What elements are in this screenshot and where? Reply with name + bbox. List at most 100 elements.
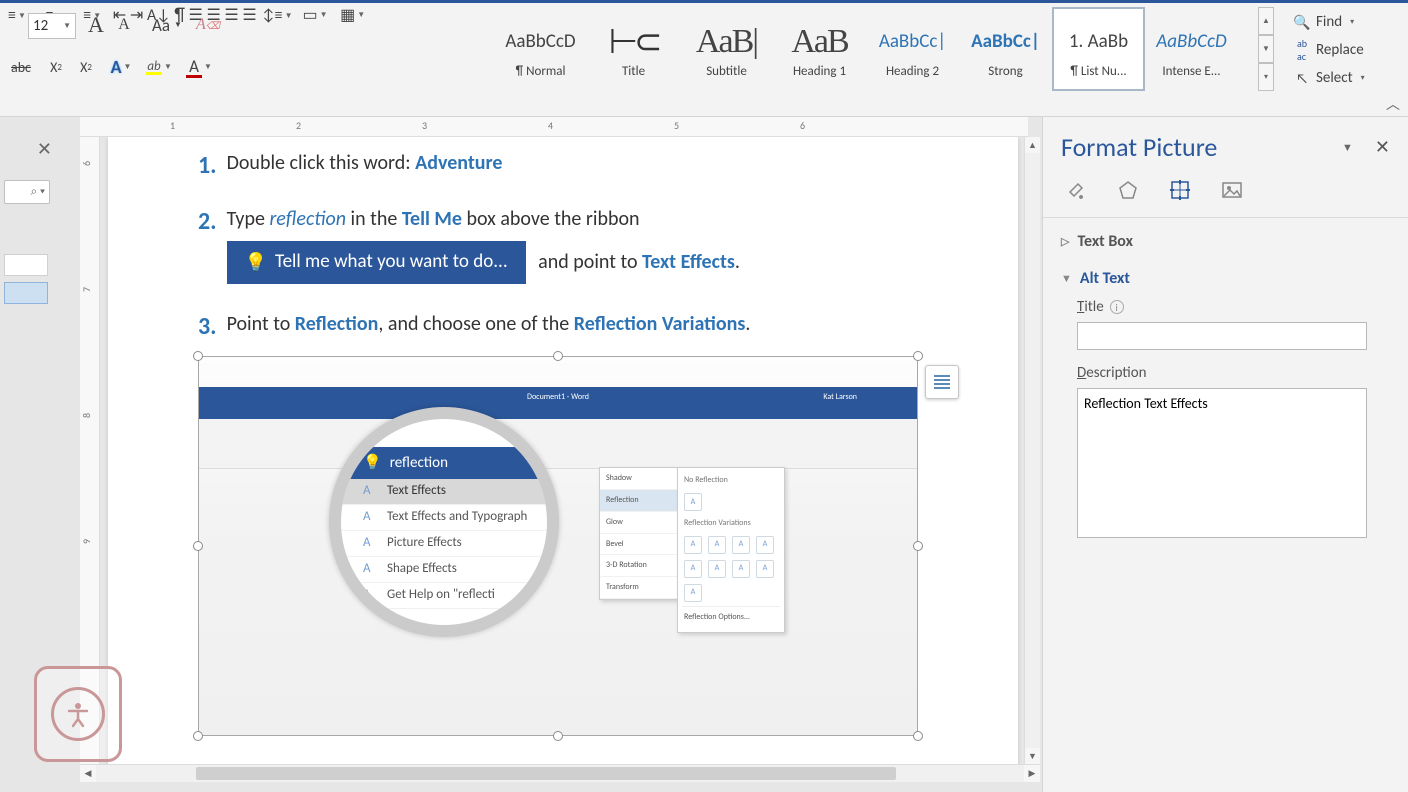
navigation-search[interactable]: ⌕ ▾	[4, 180, 50, 204]
chevron-down-icon: ▾	[1361, 73, 1365, 83]
horizontal-ruler[interactable]: 123456	[80, 117, 1028, 137]
chevron-right-icon: ▷	[1061, 235, 1069, 248]
style-tile[interactable]: AaBHeading 1	[773, 7, 866, 91]
select-button[interactable]: ↖ Select ▾	[1290, 65, 1369, 91]
scroll-track[interactable]	[96, 765, 1024, 782]
picture-tab[interactable]	[1217, 175, 1247, 205]
find-button[interactable]: 🔍 Find ▾	[1290, 9, 1358, 35]
document-area[interactable]: 1. Double click this word: Adventure 2. …	[100, 137, 1028, 764]
horizontal-scrollbar[interactable]: ◀ ▶	[80, 764, 1040, 782]
alt-text-description-input[interactable]	[1077, 388, 1367, 538]
nav-result-item[interactable]	[4, 254, 48, 276]
styles-scroll-down[interactable]: ▼	[1258, 35, 1274, 63]
style-name: Heading 1	[793, 64, 846, 79]
style-tile[interactable]: AaBbCcDIntense E...	[1145, 7, 1238, 91]
change-case-button[interactable]: Aa▼	[148, 11, 186, 39]
vertical-scrollbar[interactable]: ▲ ▼	[1024, 137, 1040, 764]
font-color-button[interactable]: A▼	[182, 53, 216, 81]
close-icon[interactable]: ✕	[1375, 136, 1390, 158]
fill-tab[interactable]	[1061, 175, 1091, 205]
styles-scroll-up[interactable]: ▲	[1258, 7, 1274, 35]
search-icon: 🔍	[1294, 14, 1310, 30]
chevron-down-icon: ▼	[204, 62, 212, 72]
shading-button[interactable]: ▭▼	[298, 5, 332, 25]
pane-options-button[interactable]: ▼	[1342, 141, 1353, 154]
alt-text-title-input[interactable]	[1077, 322, 1367, 350]
title-label: Title i	[1077, 298, 1390, 316]
cursor-icon: ↖	[1294, 70, 1310, 86]
resize-handle[interactable]	[913, 731, 923, 741]
style-tile[interactable]: AaBbCc|Heading 2	[866, 7, 959, 91]
style-name: Subtitle	[706, 64, 747, 79]
ruler-mark: 3	[422, 119, 427, 132]
style-tile[interactable]: AaBbCc|Strong	[959, 7, 1052, 91]
list-number: 3.	[198, 308, 217, 346]
document-content[interactable]: 1. Double click this word: Adventure 2. …	[108, 137, 1018, 756]
style-preview: AaB|	[696, 20, 757, 64]
resize-handle[interactable]	[913, 351, 923, 361]
replace-button[interactable]: abac Replace	[1290, 37, 1368, 63]
shrink-font-button[interactable]: A	[112, 11, 136, 39]
tell-me-item: AText Effects	[341, 479, 547, 505]
clear-formatting-button[interactable]: A⌫	[196, 11, 220, 39]
tell-me-pill: 💡 Tell me what you want to do...	[227, 241, 526, 283]
ruler-mark: 7	[80, 287, 93, 292]
align-right-button[interactable]: ☰	[224, 5, 238, 25]
text-box-section: ▷ Text Box	[1061, 228, 1390, 255]
ruler-mark: 6	[800, 119, 805, 132]
layout-tab[interactable]	[1165, 175, 1195, 205]
selected-picture[interactable]: Document1 - Word Kat Larson 💡 reflection…	[198, 356, 918, 736]
borders-button[interactable]: ▦▼	[336, 5, 370, 25]
scroll-left-button[interactable]: ◀	[80, 765, 96, 782]
list-number: 2.	[198, 203, 217, 289]
grow-font-button[interactable]: A	[84, 11, 108, 39]
chevron-down-icon: ▼	[124, 62, 132, 72]
ribbon: 12 ▼ A A Aa▼ A⌫ abc X2 X2 A▼ ab▼ A▼ Font…	[0, 3, 1408, 117]
styles-gallery: AaBbCcD¶ Normal⊢⊂TitleAaB|SubtitleAaBHea…	[494, 7, 1390, 114]
chevron-down-icon: ▾	[1350, 17, 1354, 27]
section-header-textbox[interactable]: ▷ Text Box	[1061, 228, 1390, 255]
style-tile[interactable]: 1. AaBb¶ List Nu...	[1052, 7, 1145, 91]
list-item: 1. Double click this word: Adventure	[198, 147, 948, 185]
style-tile[interactable]: AaB|Subtitle	[680, 7, 773, 91]
section-header-alttext[interactable]: ▼ Alt Text	[1061, 265, 1390, 292]
flyout-item: Transform	[600, 577, 678, 599]
tell-me-item: AText Effects and Typograph	[341, 505, 547, 531]
scroll-up-button[interactable]: ▲	[1025, 137, 1040, 153]
scroll-right-button[interactable]: ▶	[1024, 765, 1040, 782]
style-tile[interactable]: AaBbCcD¶ Normal	[494, 7, 587, 91]
ruler-mark: 5	[674, 119, 679, 132]
style-tile[interactable]: ⊢⊂Title	[587, 7, 680, 91]
mini-user: Kat Larson	[823, 391, 857, 404]
resize-handle[interactable]	[913, 541, 923, 551]
text-effects-button[interactable]: A▼	[104, 53, 138, 81]
style-preview: 1. AaBb	[1069, 20, 1128, 64]
styles-scroll: ▲ ▼ ▾	[1258, 7, 1274, 91]
justify-button[interactable]: ☰	[242, 5, 256, 25]
flyout-item: Shadow	[600, 468, 678, 490]
nav-result-item[interactable]	[4, 282, 48, 304]
info-icon[interactable]: i	[1110, 300, 1124, 314]
font-size-combo[interactable]: 12 ▼	[28, 13, 76, 39]
styles-more-button[interactable]: ▾	[1258, 63, 1274, 91]
superscript-button[interactable]: X2	[72, 53, 100, 81]
mini-home-ribbon	[199, 419, 917, 469]
scroll-thumb[interactable]	[196, 767, 896, 780]
style-preview: AaBbCcD	[1156, 20, 1226, 64]
scroll-down-button[interactable]: ▼	[1025, 748, 1040, 764]
resize-handle[interactable]	[553, 731, 563, 741]
resize-handle[interactable]	[193, 731, 203, 741]
close-icon[interactable]: ✕	[37, 138, 52, 160]
pane-body: ▷ Text Box ▼ Alt Text Title i Descriptio…	[1043, 218, 1408, 563]
accessibility-badge[interactable]	[34, 666, 122, 762]
style-name: Heading 2	[886, 64, 939, 79]
effects-tab[interactable]	[1113, 175, 1143, 205]
flyout-item: Bevel	[600, 534, 678, 556]
layout-options-button[interactable]	[925, 365, 959, 399]
subscript-button[interactable]: X2	[42, 53, 70, 81]
line-spacing-button[interactable]: ↕≡▼	[260, 6, 294, 25]
collapse-ribbon-button[interactable]: ︿	[1386, 94, 1400, 114]
strikethrough-button[interactable]: abc	[6, 53, 36, 81]
lightbulb-icon: 💡	[363, 451, 382, 475]
highlight-button[interactable]: ab▼	[142, 53, 176, 81]
